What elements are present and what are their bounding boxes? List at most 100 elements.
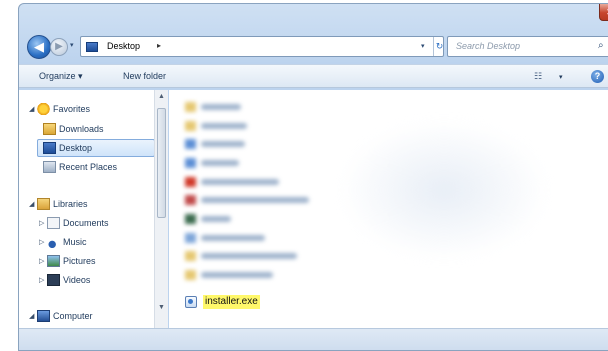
tree-item-downloads[interactable]: Downloads (43, 120, 104, 138)
installer-exe-icon (185, 296, 197, 308)
blurred-label (201, 104, 241, 110)
tree-label-computer: Computer (53, 311, 93, 321)
collapse-arrow-icon[interactable]: ▷ (39, 276, 47, 284)
tree-item-documents[interactable]: ▷ Documents (39, 214, 109, 232)
tree-label-pictures: Pictures (63, 256, 96, 266)
search-placeholder: Search Desktop (456, 41, 521, 51)
tree-item-music[interactable]: ▷ Music (39, 233, 87, 251)
tree-item-desktop[interactable]: Desktop (37, 139, 155, 157)
blurred-label (201, 235, 265, 241)
address-dropdown-icon[interactable]: ▾ (421, 42, 425, 50)
tree-label-videos: Videos (63, 275, 91, 285)
scroll-up-icon[interactable]: ▲ (158, 93, 165, 100)
tree-label-libraries: Libraries (53, 199, 88, 209)
change-view-icon[interactable]: ☷ (534, 71, 542, 82)
tree-item-libraries[interactable]: ◢ Libraries (29, 195, 88, 213)
blurred-label (201, 253, 297, 259)
star-icon (37, 103, 50, 115)
blurred-file-item (185, 249, 297, 263)
blurred-file-item (185, 119, 247, 133)
close-button[interactable]: ✕ (599, 4, 608, 21)
tree-label-desktop: Desktop (59, 143, 93, 153)
blurred-background (339, 120, 549, 260)
collapse-arrow-icon[interactable]: ▷ (39, 238, 47, 246)
address-separator-chevron-icon[interactable]: ▸ (157, 41, 161, 50)
blurred-file-item (185, 156, 239, 170)
application-icon (185, 233, 196, 243)
navigation-bar: ◀ ▶ ▾ Desktop ▸ ▾ ↻ Search Desktop ⌕ (19, 30, 608, 62)
search-input[interactable]: Search Desktop ⌕ (447, 36, 608, 57)
folder-icon (185, 121, 196, 131)
address-bar[interactable]: Desktop ▸ ▾ ↻ (80, 36, 444, 57)
blurred-file-item (185, 212, 231, 226)
tree-label-music: Music (63, 237, 87, 247)
details-pane (19, 328, 608, 350)
tree-item-favorites[interactable]: ◢ Favorites (29, 100, 90, 118)
blurred-label (201, 272, 273, 278)
expand-arrow-icon[interactable]: ◢ (29, 200, 37, 208)
refresh-button[interactable]: ↻ (433, 37, 445, 56)
expand-arrow-icon[interactable]: ◢ (29, 105, 37, 113)
blurred-file-item (185, 231, 265, 245)
search-icon[interactable]: ⌕ (598, 40, 604, 51)
libraries-icon (37, 198, 50, 210)
explorer-window: ✕ ◀ ▶ ▾ Desktop ▸ ▾ ↻ Search Desktop ⌕ O… (18, 3, 608, 351)
command-toolbar: Organize ▾ New folder ☷ ▾ ? (19, 64, 608, 88)
blurred-label (201, 216, 231, 222)
new-folder-button[interactable]: New folder (123, 71, 166, 81)
file-list: installer.exe (169, 90, 608, 350)
collapse-arrow-icon[interactable]: ▷ (39, 257, 47, 265)
forward-arrow-icon: ▶ (55, 41, 63, 52)
collapse-arrow-icon[interactable]: ▷ (39, 219, 47, 227)
tree-item-pictures[interactable]: ▷ Pictures (39, 252, 96, 270)
tree-label-downloads: Downloads (59, 124, 104, 134)
scrollbar-thumb[interactable] (157, 108, 166, 218)
file-item-installer[interactable]: installer.exe (185, 294, 260, 310)
blurred-file-item (185, 175, 279, 189)
music-note-icon (47, 236, 60, 248)
recent-places-icon (43, 161, 56, 173)
documents-icon (47, 217, 60, 229)
recent-pages-dropdown[interactable]: ▾ (70, 41, 74, 49)
application-icon (185, 195, 196, 205)
pdf-icon (185, 177, 196, 187)
back-button[interactable]: ◀ (27, 35, 51, 59)
refresh-icon: ↻ (435, 41, 444, 51)
blurred-file-item (185, 100, 241, 114)
forward-button[interactable]: ▶ (50, 38, 68, 56)
back-arrow-icon: ◀ (34, 39, 44, 54)
folder-icon (185, 102, 196, 112)
blurred-label (201, 197, 309, 203)
folder-icon (185, 270, 196, 280)
view-options-dropdown-icon[interactable]: ▾ (559, 73, 563, 81)
tree-item-recent-places[interactable]: Recent Places (43, 158, 117, 176)
videos-film-icon (47, 274, 60, 286)
blurred-file-item (185, 193, 309, 207)
blurred-label (201, 123, 247, 129)
blurred-label (201, 141, 245, 147)
expand-arrow-icon[interactable]: ◢ (29, 312, 37, 320)
blurred-file-item (185, 137, 245, 151)
address-path-desktop[interactable]: Desktop (107, 41, 140, 51)
blurred-label (201, 179, 279, 185)
desktop-icon (43, 142, 56, 154)
blurred-label (201, 160, 239, 166)
downloads-folder-icon (43, 123, 56, 135)
application-icon (185, 214, 196, 224)
organize-button[interactable]: Organize ▾ (39, 71, 83, 82)
tree-label-favorites: Favorites (53, 104, 91, 114)
scroll-down-icon[interactable]: ▼ (158, 304, 165, 311)
tree-label-recent-places: Recent Places (59, 162, 118, 172)
computer-icon (37, 310, 50, 322)
blurred-file-item (185, 268, 273, 282)
computer-icon (185, 139, 196, 149)
tree-item-videos[interactable]: ▷ Videos (39, 271, 90, 289)
desktop-icon (86, 42, 98, 52)
tree-item-computer[interactable]: ◢ Computer (29, 307, 93, 325)
folder-icon (185, 251, 196, 261)
navigation-pane-scrollbar[interactable]: ▲ ▼ (154, 90, 168, 350)
tree-label-documents: Documents (63, 218, 109, 228)
help-icon[interactable]: ? (591, 70, 604, 83)
pictures-icon (47, 255, 60, 267)
file-name-label: installer.exe (203, 295, 260, 309)
